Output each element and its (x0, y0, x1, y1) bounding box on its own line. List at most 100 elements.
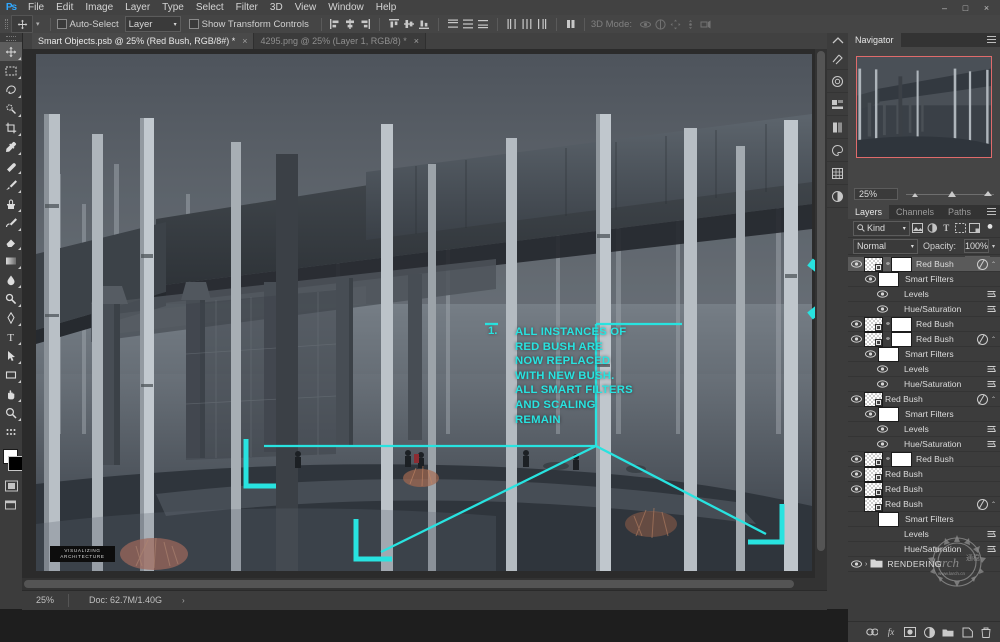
smart-filter-mask-thumbnail[interactable] (878, 346, 899, 362)
new-layer-icon[interactable] (961, 626, 973, 638)
auto-select-checkbox[interactable] (56, 19, 67, 29)
group-expand-chevron-icon[interactable]: › (865, 561, 867, 568)
menu-item-filter[interactable]: Filter (230, 0, 264, 15)
add-layer-style-icon[interactable]: fx (885, 626, 897, 638)
layer-visibility-toggle-icon[interactable] (874, 362, 890, 377)
rectangle-tool-icon[interactable] (0, 365, 22, 384)
menu-item-view[interactable]: View (289, 0, 323, 15)
layer-row[interactable]: Hue/Saturation (848, 302, 1000, 317)
tab-navigator[interactable]: Navigator (848, 33, 901, 47)
layer-mask-thumbnail[interactable] (891, 451, 912, 467)
filter-blending-options-icon[interactable] (987, 440, 996, 450)
color-wheel-icon[interactable] (827, 70, 848, 93)
align-vertical-centers-icon[interactable] (402, 17, 416, 31)
canvas-area[interactable]: VISUALIZING ARCHITECTURE 1. ALL INSTANCE… (22, 49, 827, 590)
filter-kind-dropdown[interactable]: Kind ▾ (853, 220, 910, 236)
filter-pixel-icon[interactable] (912, 222, 924, 235)
3d-roll-icon[interactable] (653, 17, 667, 31)
blend-mode-dropdown[interactable]: Normal ▾ (853, 238, 918, 254)
layer-visibility-toggle-icon[interactable] (848, 452, 864, 467)
background-color-swatch[interactable] (8, 456, 23, 471)
horizontal-scrollbar[interactable] (22, 578, 827, 590)
menu-item-select[interactable]: Select (190, 0, 230, 15)
clone-stamp-tool-icon[interactable] (0, 194, 22, 213)
menu-item-image[interactable]: Image (79, 0, 119, 15)
delete-layer-icon[interactable] (980, 626, 992, 638)
auto-select-scope-dropdown[interactable]: Layer ▾ (124, 16, 181, 32)
layer-visibility-toggle-icon[interactable] (862, 407, 878, 422)
options-bar-grip[interactable] (2, 15, 11, 33)
layer-visibility-toggle-icon[interactable] (848, 257, 864, 272)
quick-selection-tool-icon[interactable] (0, 99, 22, 118)
layer-visibility-toggle-icon[interactable] (848, 497, 864, 512)
expand-collapse-chevron-icon[interactable]: ⌃ (991, 501, 996, 508)
layer-visibility-toggle-icon[interactable] (848, 317, 864, 332)
layer-thumbnail[interactable] (864, 496, 883, 512)
history-brush-tool-icon[interactable] (0, 213, 22, 232)
tab-paths[interactable]: Paths (941, 205, 979, 219)
layer-row[interactable]: Smart Filters (848, 511, 1000, 527)
tab-4295-png[interactable]: 4295.png @ 25% (Layer 1, RGB/8) * × (254, 33, 426, 49)
layer-row[interactable]: Hue/Saturation (848, 377, 1000, 392)
layer-row[interactable]: Levels (848, 287, 1000, 302)
layer-thumbnail[interactable] (864, 466, 883, 482)
distribute-bottom-icon[interactable] (476, 17, 490, 31)
navigator-zoom-slider[interactable] (906, 188, 994, 200)
distribute-horizontal-center-icon[interactable] (520, 17, 534, 31)
quick-mask-mode-icon[interactable] (0, 476, 22, 495)
show-transform-controls-checkbox[interactable] (188, 19, 199, 29)
filter-blending-options-icon[interactable] (987, 425, 996, 435)
distribute-right-icon[interactable] (535, 17, 549, 31)
layer-row[interactable]: ⚭ Red Bush (848, 316, 1000, 332)
layer-visibility-toggle-icon[interactable] (862, 272, 878, 287)
expand-collapse-chevron-icon[interactable]: ⌃ (991, 336, 996, 343)
close-icon[interactable]: × (242, 36, 247, 46)
tab-channels[interactable]: Channels (889, 205, 942, 219)
smart-filter-mask-thumbnail[interactable] (878, 406, 899, 422)
3d-scale-icon[interactable] (698, 17, 712, 31)
layer-visibility-toggle-icon[interactable] (874, 377, 890, 392)
layer-visibility-toggle-icon[interactable] (874, 422, 890, 437)
pen-tool-icon[interactable] (0, 308, 22, 327)
layer-thumbnail[interactable] (864, 257, 883, 272)
layer-row[interactable]: ⚭ Red Bush ⌃ (848, 331, 1000, 347)
new-adjustment-layer-icon[interactable] (923, 626, 935, 638)
auto-align-layers-icon[interactable] (564, 17, 578, 31)
layer-visibility-toggle-icon[interactable] (874, 527, 890, 542)
properties-grid-icon[interactable] (827, 162, 848, 185)
smart-filter-mask-thumbnail[interactable] (878, 271, 899, 287)
layer-thumbnail[interactable] (864, 331, 883, 347)
zoom-tool-icon[interactable] (0, 403, 22, 422)
layer-visibility-toggle-icon[interactable] (848, 557, 864, 572)
layer-row[interactable]: ⚭ Red Bush ⌃ (848, 257, 1000, 272)
layer-thumbnail[interactable] (864, 391, 883, 407)
styles-icon[interactable] (827, 116, 848, 139)
layer-row[interactable]: Red Bush (848, 466, 1000, 482)
expand-collapse-chevron-icon[interactable]: ⌃ (991, 396, 996, 403)
layer-row[interactable]: ⚭ Red Bush (848, 451, 1000, 467)
align-top-edges-icon[interactable] (387, 17, 401, 31)
hand-tool-icon[interactable] (0, 384, 22, 403)
layer-visibility-toggle-icon[interactable] (848, 482, 864, 497)
document-artboard[interactable]: VISUALIZING ARCHITECTURE (36, 54, 812, 571)
path-selection-tool-icon[interactable] (0, 346, 22, 365)
layer-mask-thumbnail[interactable] (891, 316, 912, 332)
tab-layers[interactable]: Layers (848, 205, 890, 219)
layer-thumbnail[interactable] (864, 316, 883, 332)
layer-row[interactable]: Red Bush ⌃ (848, 391, 1000, 407)
layer-visibility-toggle-icon[interactable] (874, 437, 890, 452)
brush-tool-icon[interactable] (0, 175, 22, 194)
smart-filter-indicator-icon[interactable] (976, 259, 988, 270)
filter-shape-icon[interactable] (954, 222, 966, 235)
dodge-tool-icon[interactable] (0, 289, 22, 308)
tool-preset-caret-icon[interactable]: ▾ (36, 20, 40, 28)
menu-item-file[interactable]: File (22, 0, 50, 15)
layer-mask-thumbnail[interactable] (891, 257, 912, 272)
panel-menu-icon[interactable] (987, 36, 996, 44)
zoom-out-marker-icon[interactable] (912, 193, 918, 197)
layer-visibility-toggle-icon[interactable] (874, 302, 890, 317)
smart-filter-mask-thumbnail[interactable] (878, 511, 899, 527)
filter-blending-options-icon[interactable] (987, 290, 996, 300)
layer-visibility-toggle-icon[interactable] (848, 332, 864, 347)
layer-row[interactable]: Red Bush ⌃ (848, 496, 1000, 512)
